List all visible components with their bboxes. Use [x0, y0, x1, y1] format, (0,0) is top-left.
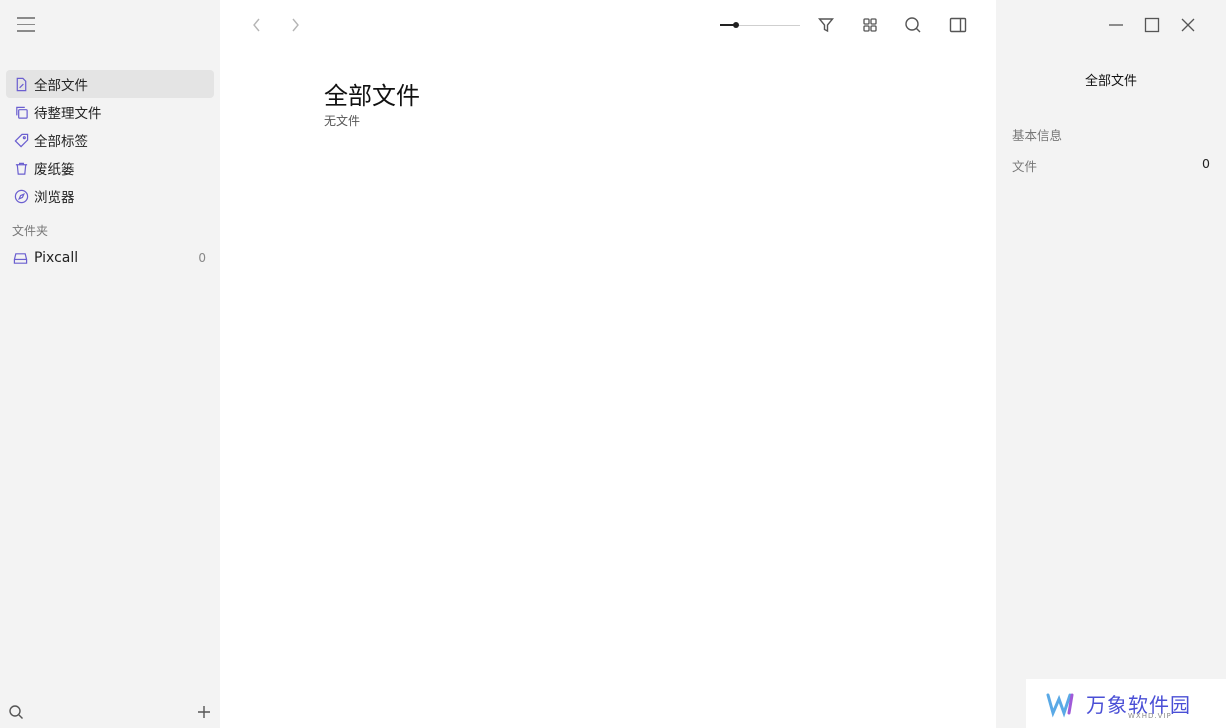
folder-label: Pixcall — [34, 250, 79, 266]
sidebar-item-label: 废纸篓 — [34, 162, 75, 178]
sidebar-item-all-files[interactable]: 全部文件 — [6, 70, 214, 98]
tag-icon — [13, 132, 29, 148]
close-icon[interactable] — [1179, 16, 1197, 34]
sidebar-item-trash[interactable]: 废纸篓 — [6, 154, 214, 182]
sidebar-item-label: 待整理文件 — [34, 106, 102, 122]
sidebar-item-label: 浏览器 — [34, 190, 75, 206]
sidebar-nav: 全部文件 待整理文件 全部标签 废纸篓 浏览器 — [6, 70, 214, 210]
folder-item-pixcall[interactable]: Pixcall 0 — [6, 244, 214, 272]
forward-icon[interactable] — [286, 16, 304, 34]
grid-view-icon[interactable] — [861, 16, 879, 34]
compass-icon — [13, 188, 29, 204]
trash-icon — [13, 160, 29, 176]
sidebar-item-all-tags[interactable]: 全部标签 — [6, 126, 214, 154]
minimize-icon[interactable] — [1107, 16, 1125, 34]
maximize-icon[interactable] — [1143, 16, 1161, 34]
back-icon[interactable] — [248, 16, 266, 34]
copy-icon — [13, 104, 29, 120]
search-icon[interactable] — [904, 16, 922, 34]
page-subtitle: 无文件 — [324, 114, 361, 128]
file-count-label: 文件 — [1012, 159, 1038, 174]
info-panel: 全部文件 基本信息 文件 0 — [996, 0, 1226, 728]
watermark-subtext: WXHD.VIP — [1128, 712, 1172, 720]
main-content: 全部文件 无文件 — [220, 0, 996, 728]
add-icon[interactable] — [196, 704, 212, 720]
sidebar-item-label: 全部标签 — [34, 134, 88, 150]
page-title: 全部文件 — [324, 82, 420, 110]
zoom-slider-handle[interactable] — [733, 22, 739, 28]
search-icon[interactable] — [8, 704, 24, 720]
watermark: 万象软件园 WXHD.VIP — [1026, 679, 1226, 728]
folder-count: 0 — [198, 251, 206, 265]
menu-icon[interactable] — [17, 17, 35, 33]
sidebar-item-label: 全部文件 — [34, 78, 88, 94]
panel-section-label: 基本信息 — [1012, 128, 1063, 143]
watermark-logo-icon — [1046, 693, 1074, 718]
drive-icon — [13, 250, 29, 266]
folders-section-label: 文件夹 — [12, 224, 49, 238]
zoom-slider[interactable] — [720, 19, 800, 31]
sidebar-item-browser[interactable]: 浏览器 — [6, 182, 214, 210]
panel-title: 全部文件 — [1084, 74, 1137, 89]
sidebar-toggle-icon[interactable] — [949, 16, 967, 34]
file-icon — [13, 76, 29, 92]
file-count-value: 0 — [1202, 156, 1210, 171]
filter-icon[interactable] — [817, 16, 835, 34]
sidebar: 全部文件 待整理文件 全部标签 废纸篓 浏览器 文件夹 Pixcall 0 — [0, 0, 220, 728]
sidebar-item-unsorted[interactable]: 待整理文件 — [6, 98, 214, 126]
